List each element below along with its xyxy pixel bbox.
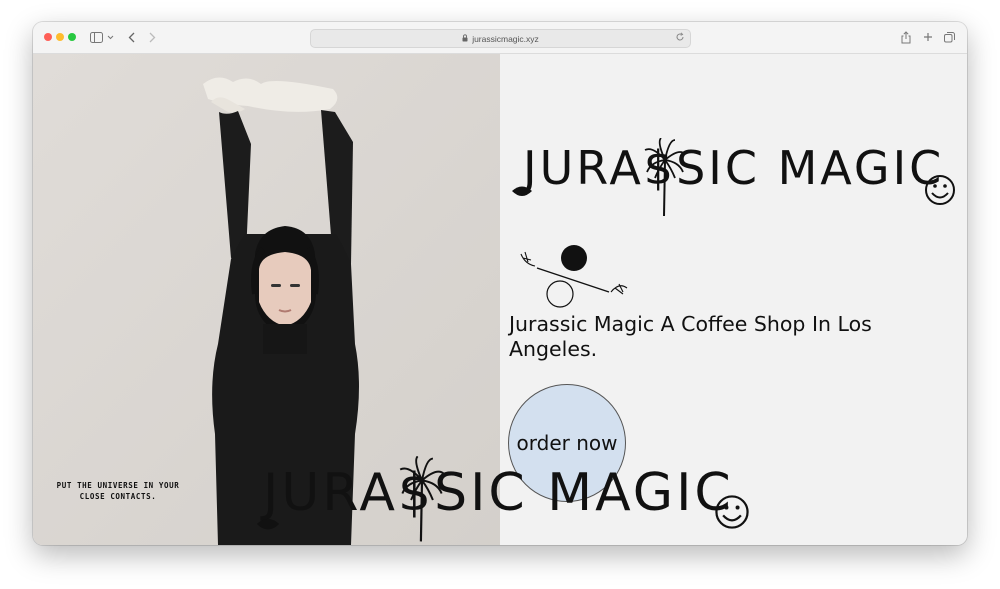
hero-caption: PUT THE UNIVERSE IN YOUR CLOSE CONTACTS. — [56, 481, 180, 501]
logo-text: JURA$SIC MAGIC — [263, 463, 734, 523]
zoom-window-button[interactable] — [68, 33, 76, 41]
smiley-icon — [715, 495, 749, 529]
lips-icon — [512, 186, 532, 196]
smiley-icon — [925, 175, 955, 205]
reload-icon[interactable] — [675, 32, 685, 44]
brand-logo-top[interactable]: JURA$SIC MAGIC — [523, 142, 944, 194]
back-icon[interactable] — [126, 29, 136, 45]
tabs-overview-icon[interactable] — [943, 29, 955, 45]
brand-logo-bottom[interactable]: JURA$SIC MAGIC — [263, 464, 734, 522]
palm-tree-icon — [399, 456, 445, 542]
hero-tagline: Jurassic Magic A Coffee Shop In Los Ange… — [509, 312, 872, 361]
browser-toolbar: jurassicmagic.xyz — [33, 22, 967, 54]
address-bar[interactable]: jurassicmagic.xyz — [310, 29, 691, 48]
balance-illustration — [520, 245, 628, 308]
share-icon[interactable] — [900, 29, 912, 45]
lock-icon — [462, 33, 468, 44]
new-tab-icon[interactable] — [922, 29, 934, 45]
logo-text: JURA$SIC MAGIC — [523, 141, 945, 195]
page-content: PUT THE UNIVERSE IN YOUR CLOSE CONTACTS.… — [33, 54, 967, 545]
forward-icon[interactable] — [147, 29, 157, 45]
lips-icon — [256, 518, 280, 530]
chevron-down-icon[interactable] — [106, 29, 114, 45]
sidebar-icon[interactable] — [89, 29, 103, 45]
palm-tree-icon — [644, 138, 686, 217]
minimize-window-button[interactable] — [56, 33, 64, 41]
url-text: jurassicmagic.xyz — [472, 33, 539, 44]
browser-window: jurassicmagic.xyz PUT THE UNIVERSE IN YO… — [33, 22, 967, 545]
order-now-label: order now — [516, 431, 618, 455]
close-window-button[interactable] — [44, 33, 52, 41]
